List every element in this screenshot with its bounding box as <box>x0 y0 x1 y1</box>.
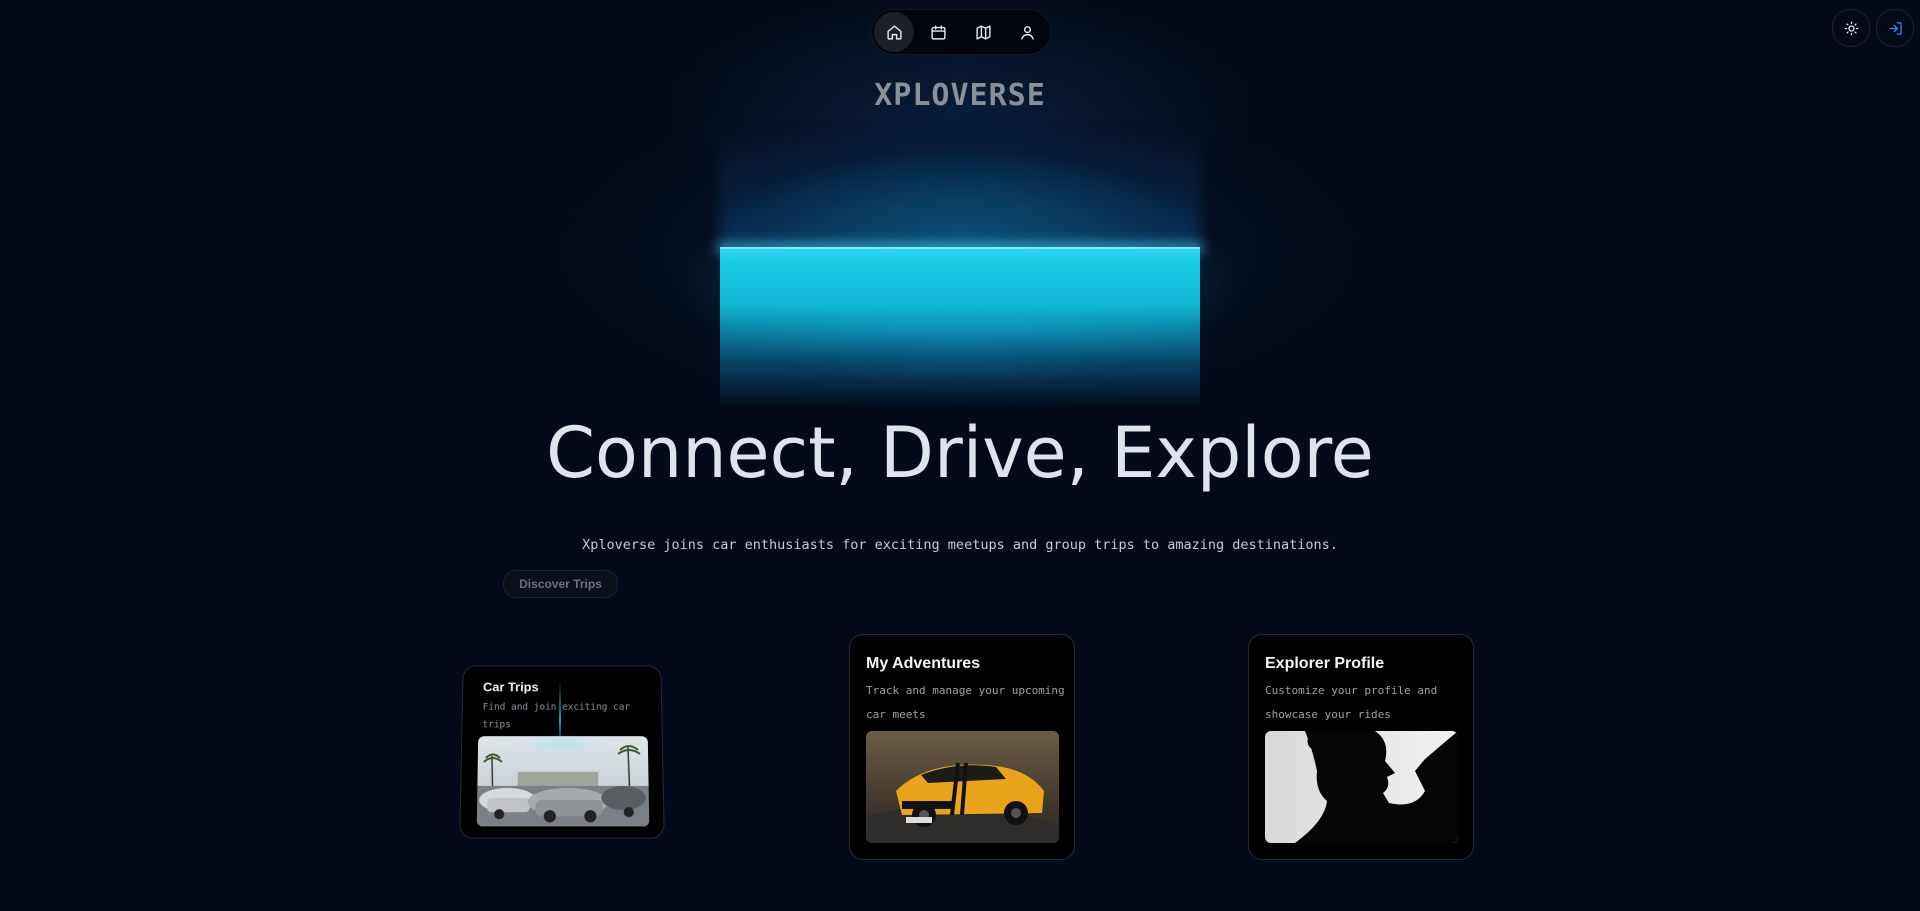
map-icon <box>976 24 991 40</box>
card-title: Explorer Profile <box>1265 655 1385 672</box>
card-explorer-profile[interactable]: Explorer Profile Customize your profile … <box>1248 634 1474 860</box>
card-title: Car Trips <box>482 679 539 695</box>
hero-subtitle: Xploverse joins car enthusiasts for exci… <box>582 537 1338 553</box>
card-description: Customize your profile and showcase your… <box>1265 684 1438 721</box>
card-description: Find and join exciting car trips <box>482 701 631 731</box>
silhouette-profile-photo <box>1265 731 1458 843</box>
nav-home-button[interactable] <box>874 12 915 52</box>
discover-trips-button[interactable]: Discover Trips <box>503 570 618 598</box>
calendar-icon <box>931 24 946 40</box>
card-description: Track and manage your upcoming car meets <box>866 684 1065 721</box>
nav-profile-button[interactable] <box>1008 12 1048 52</box>
yellow-sports-car-photo <box>866 731 1059 843</box>
sun-icon <box>1844 21 1858 35</box>
login-button[interactable] <box>1876 9 1914 47</box>
hero-title: Connect, Drive, Explore <box>546 412 1374 494</box>
theme-toggle-button[interactable] <box>1832 9 1870 47</box>
login-icon <box>1888 21 1902 35</box>
user-icon <box>1021 25 1035 40</box>
beam-upper-glow <box>720 130 1200 248</box>
card-my-adventures[interactable]: My Adventures Track and manage your upco… <box>849 634 1075 860</box>
top-navigation <box>872 10 1050 54</box>
card-car-trips[interactable]: Car Trips Find and join exciting car tri… <box>459 665 665 839</box>
home-icon <box>887 24 902 40</box>
nav-map-button[interactable] <box>963 12 1003 52</box>
brand-logo-text: XPLOVERSE <box>874 78 1046 113</box>
light-beam-edge <box>720 247 1200 249</box>
nav-calendar-button[interactable] <box>919 12 959 52</box>
card-ring-decoration <box>515 734 607 754</box>
card-title: My Adventures <box>866 655 981 672</box>
light-beam <box>720 248 1200 408</box>
